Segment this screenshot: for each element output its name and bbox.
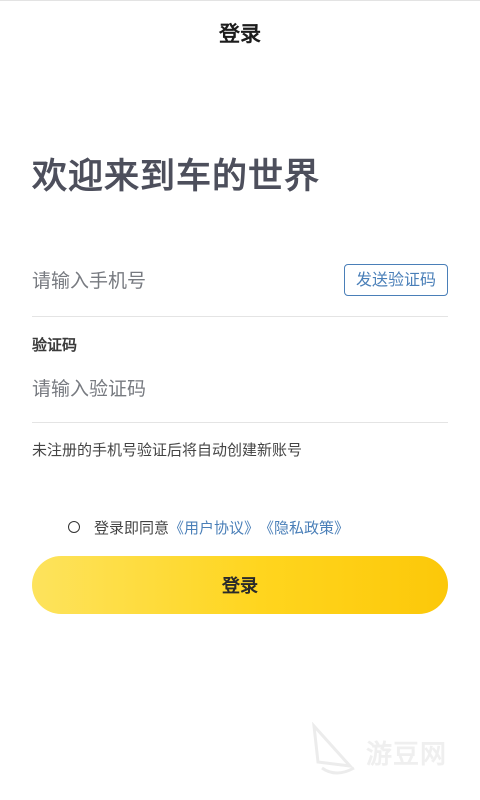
code-divider: [32, 422, 448, 423]
login-button[interactable]: 登录: [32, 556, 448, 614]
code-input[interactable]: [32, 372, 332, 406]
welcome-heading: 欢迎来到车的世界: [32, 157, 321, 197]
code-label: 验证码: [32, 336, 78, 354]
page-title: 登录: [219, 22, 261, 46]
phone-row: 发送验证码: [32, 258, 448, 304]
agreement-prefix: 登录即同意: [94, 518, 170, 537]
watermark: 游豆网: [310, 722, 460, 782]
agreement-row: 登录即同意 《用户协议》 《隐私政策》: [68, 515, 349, 539]
privacy-policy-link[interactable]: 《隐私政策》: [259, 517, 349, 538]
phone-input[interactable]: [32, 264, 322, 298]
register-hint: 未注册的手机号验证后将自动创建新账号: [32, 441, 303, 459]
phone-divider: [32, 316, 448, 317]
send-code-button[interactable]: 发送验证码: [344, 264, 448, 296]
top-divider: [0, 0, 480, 1]
watermark-text: 游豆网: [366, 740, 448, 770]
agree-radio[interactable]: [68, 521, 80, 533]
user-agreement-link[interactable]: 《用户协议》: [169, 517, 259, 538]
sail-logo-icon: [312, 722, 355, 775]
